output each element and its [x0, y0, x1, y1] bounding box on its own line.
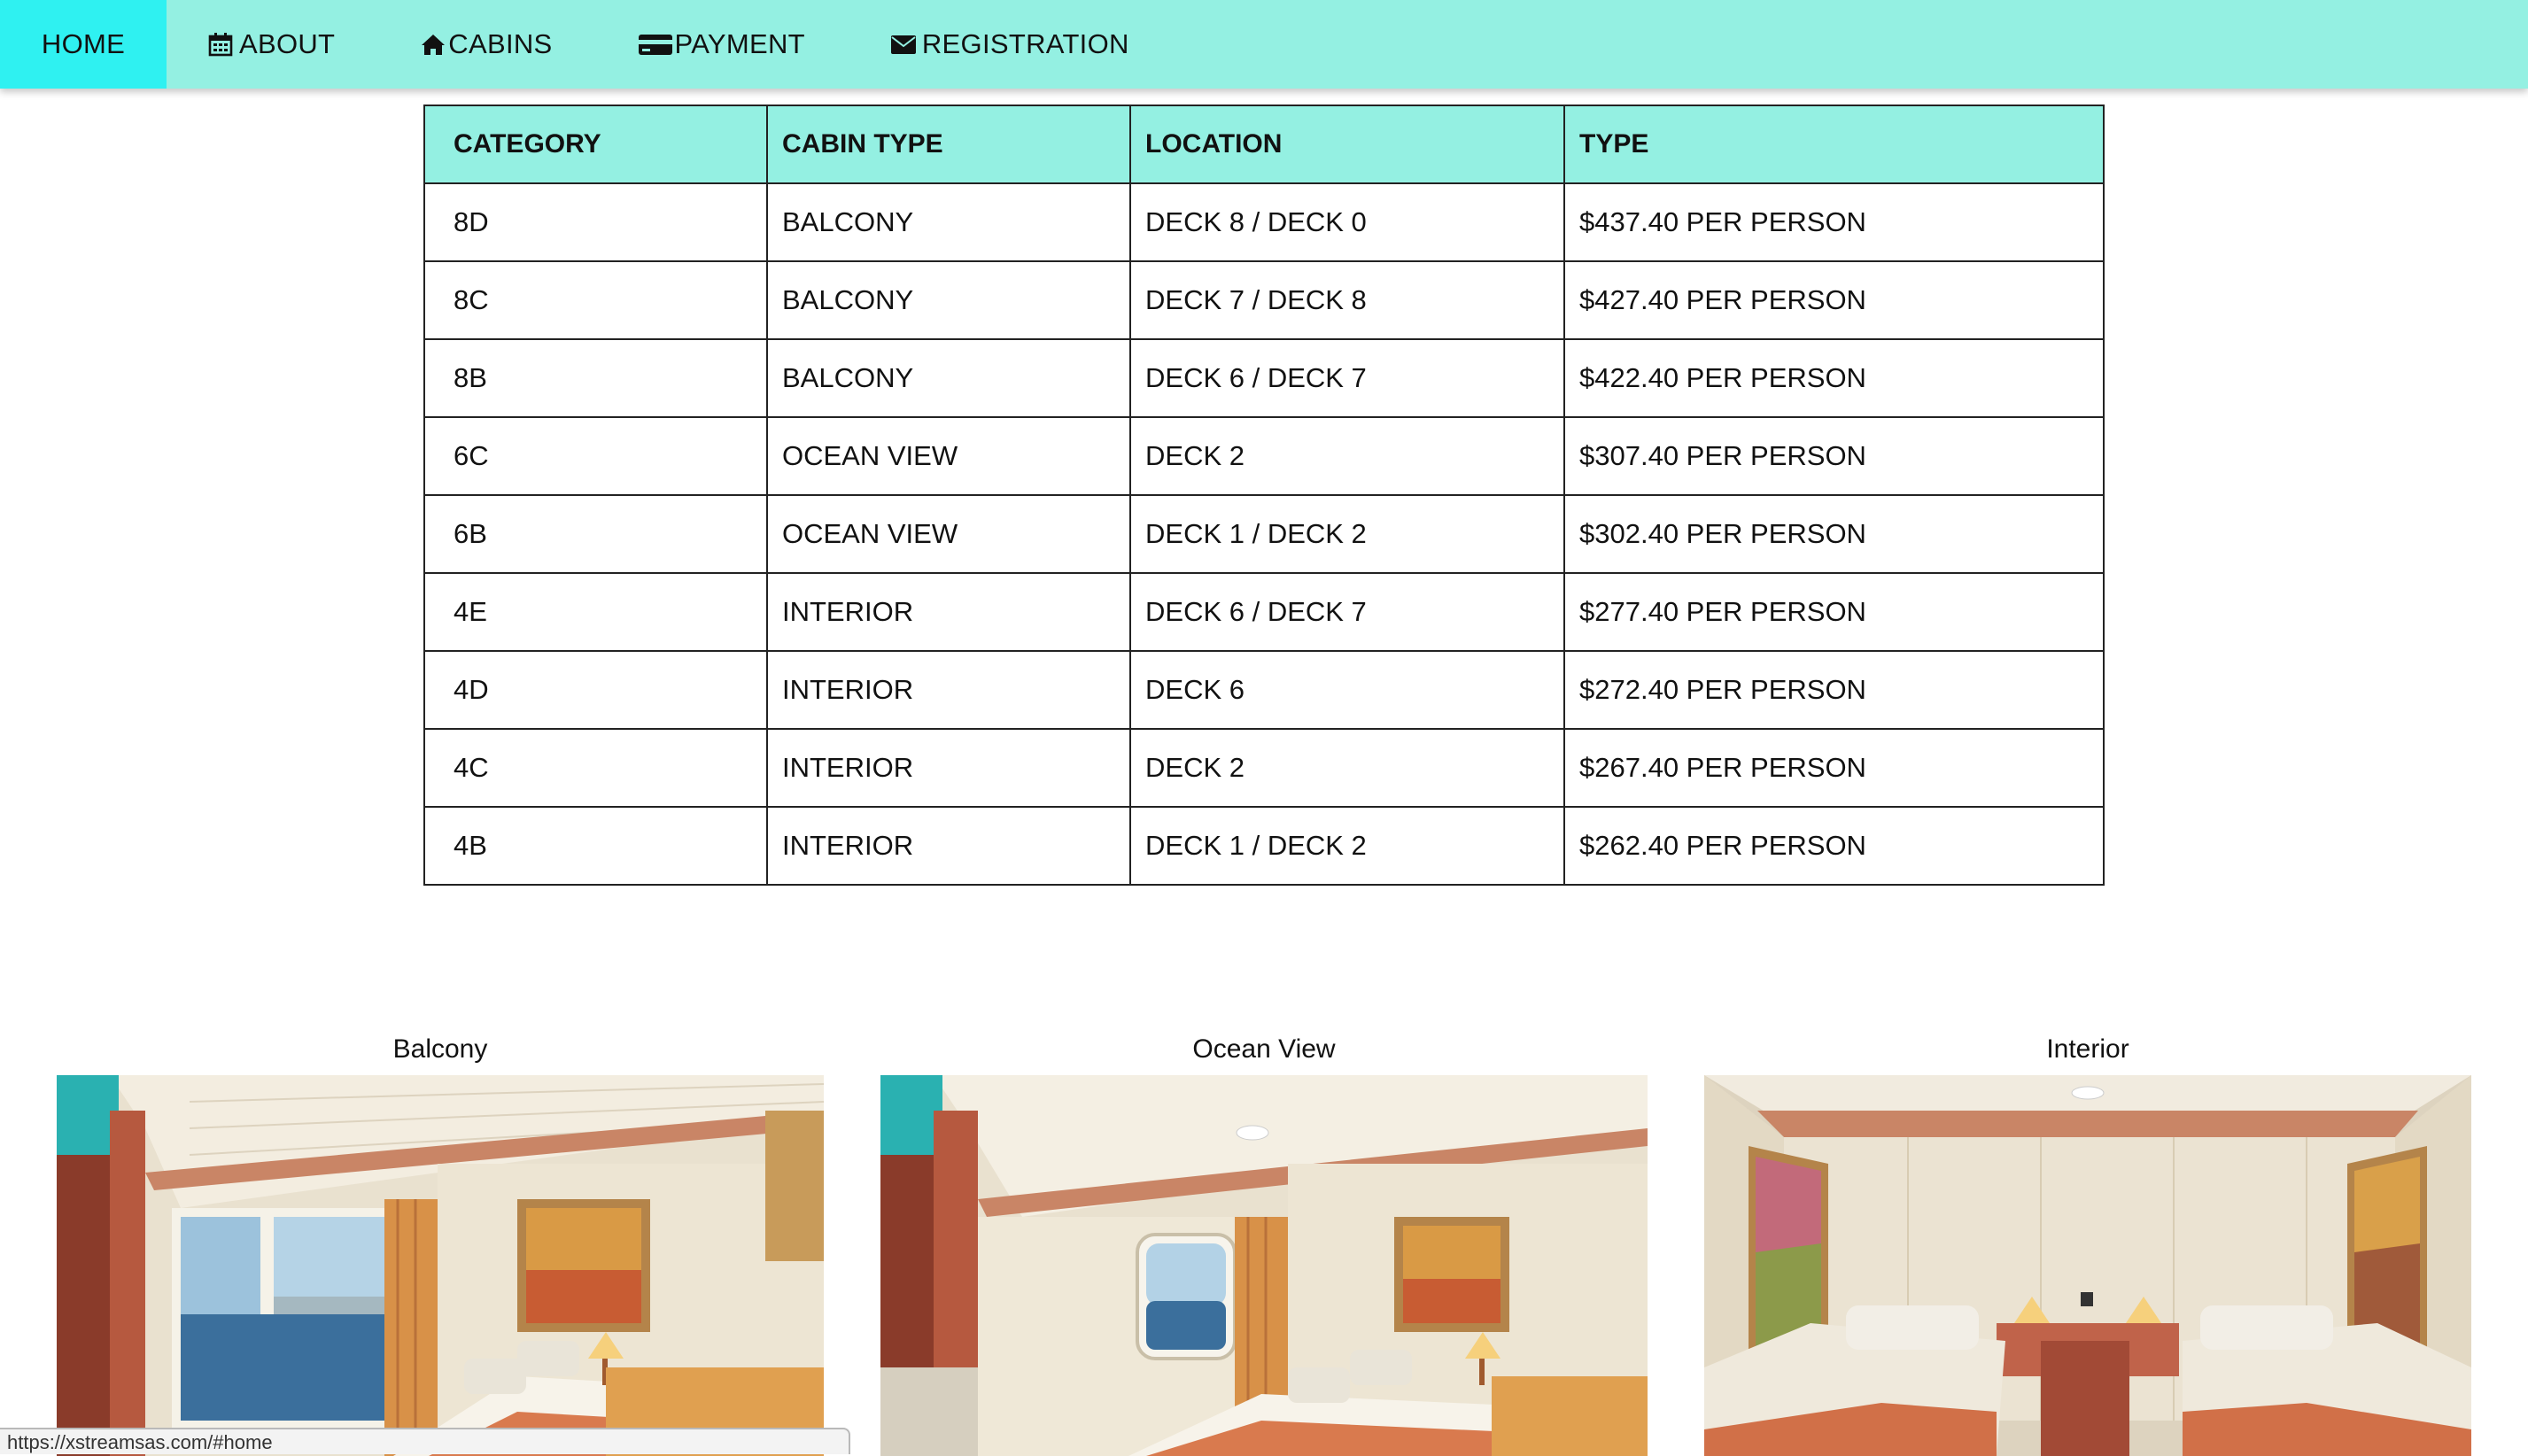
cell-cabin-type: INTERIOR — [766, 806, 1131, 886]
gallery-caption-interior: Interior — [2046, 1034, 2129, 1064]
cell-price: $437.40 PER PERSON — [1563, 182, 2105, 262]
table-row: 8B BALCONY DECK 6 / DECK 7 $422.40 PER P… — [423, 338, 2105, 418]
table-row: 8D BALCONY DECK 8 / DECK 0 $437.40 PER P… — [423, 182, 2105, 262]
cell-location: DECK 6 / DECK 7 — [1129, 338, 1565, 418]
cell-location: DECK 2 — [1129, 416, 1565, 496]
ocean-view-cabin-photo[interactable] — [880, 1075, 1648, 1456]
cell-category: 8D — [423, 182, 768, 262]
cell-cabin-type: INTERIOR — [766, 728, 1131, 808]
cell-price: $307.40 PER PERSON — [1563, 416, 2105, 496]
table-row: 6C OCEAN VIEW DECK 2 $307.40 PER PERSON — [423, 416, 2105, 496]
envelope-icon — [890, 31, 917, 58]
nav-about-label: ABOUT — [239, 28, 336, 59]
status-url: https://xstreamsas.com/#home — [7, 1431, 273, 1453]
cell-location: DECK 7 / DECK 8 — [1129, 260, 1565, 340]
cell-cabin-type: OCEAN VIEW — [766, 416, 1131, 496]
cell-category: 4C — [423, 728, 768, 808]
nav-registration[interactable]: REGISTRATION — [890, 0, 1129, 89]
nav-registration-label: REGISTRATION — [921, 28, 1129, 59]
nav-home[interactable]: HOME — [0, 0, 167, 89]
cell-category: 6C — [423, 416, 768, 496]
nav-cabins-label: CABINS — [448, 28, 553, 59]
cell-cabin-type: INTERIOR — [766, 572, 1131, 652]
cell-cabin-type: OCEAN VIEW — [766, 494, 1131, 574]
nav-about[interactable]: ABOUT — [207, 0, 335, 89]
nav-cabins[interactable]: CABINS — [420, 0, 552, 89]
cell-price: $427.40 PER PERSON — [1563, 260, 2105, 340]
balcony-cabin-photo[interactable] — [57, 1075, 824, 1456]
column-header-category: CATEGORY — [423, 105, 768, 184]
credit-card-icon — [638, 31, 673, 58]
column-header-cabin-type: CABIN TYPE — [766, 105, 1131, 184]
column-header-location: LOCATION — [1129, 105, 1565, 184]
cell-category: 4D — [423, 650, 768, 730]
home-icon — [420, 31, 446, 58]
cell-location: DECK 1 / DECK 2 — [1129, 806, 1565, 886]
interior-cabin-photo[interactable] — [1704, 1075, 2471, 1456]
table-row: 4E INTERIOR DECK 6 / DECK 7 $277.40 PER … — [423, 572, 2105, 652]
cell-location: DECK 8 / DECK 0 — [1129, 182, 1565, 262]
cell-price: $262.40 PER PERSON — [1563, 806, 2105, 886]
nav-home-label: HOME — [41, 28, 126, 59]
cell-price: $302.40 PER PERSON — [1563, 494, 2105, 574]
column-header-type: TYPE — [1563, 105, 2105, 184]
browser-status-bar: https://xstreamsas.com/#home — [0, 1428, 850, 1454]
gallery-caption-balcony: Balcony — [392, 1034, 488, 1064]
cell-cabin-type: BALCONY — [766, 338, 1131, 418]
cell-price: $422.40 PER PERSON — [1563, 338, 2105, 418]
gallery-caption-ocean-view: Ocean View — [1192, 1034, 1336, 1064]
cabin-pricing-table: CATEGORY CABIN TYPE LOCATION TYPE 8D BAL… — [423, 105, 2105, 886]
cell-price: $277.40 PER PERSON — [1563, 572, 2105, 652]
cell-location: DECK 2 — [1129, 728, 1565, 808]
calendar-icon — [207, 31, 234, 58]
nav-payment-label: PAYMENT — [674, 28, 805, 59]
cell-category: 4B — [423, 806, 768, 886]
cell-price: $267.40 PER PERSON — [1563, 728, 2105, 808]
nav-payment[interactable]: PAYMENT — [638, 0, 805, 89]
cell-category: 4E — [423, 572, 768, 652]
cell-category: 6B — [423, 494, 768, 574]
table-row: 4B INTERIOR DECK 1 / DECK 2 $262.40 PER … — [423, 806, 2105, 886]
top-navbar: HOME ABOUT CABINS PAYMENT REGISTRATION — [0, 0, 2528, 89]
table-row: 8C BALCONY DECK 7 / DECK 8 $427.40 PER P… — [423, 260, 2105, 340]
cell-location: DECK 1 / DECK 2 — [1129, 494, 1565, 574]
cell-cabin-type: BALCONY — [766, 182, 1131, 262]
cell-category: 8C — [423, 260, 768, 340]
table-header-row: CATEGORY CABIN TYPE LOCATION TYPE — [423, 105, 2105, 184]
table-row: 4C INTERIOR DECK 2 $267.40 PER PERSON — [423, 728, 2105, 808]
cell-cabin-type: INTERIOR — [766, 650, 1131, 730]
cell-location: DECK 6 / DECK 7 — [1129, 572, 1565, 652]
table-row: 6B OCEAN VIEW DECK 1 / DECK 2 $302.40 PE… — [423, 494, 2105, 574]
cell-price: $272.40 PER PERSON — [1563, 650, 2105, 730]
cell-cabin-type: BALCONY — [766, 260, 1131, 340]
cell-category: 8B — [423, 338, 768, 418]
table-row: 4D INTERIOR DECK 6 $272.40 PER PERSON — [423, 650, 2105, 730]
cell-location: DECK 6 — [1129, 650, 1565, 730]
